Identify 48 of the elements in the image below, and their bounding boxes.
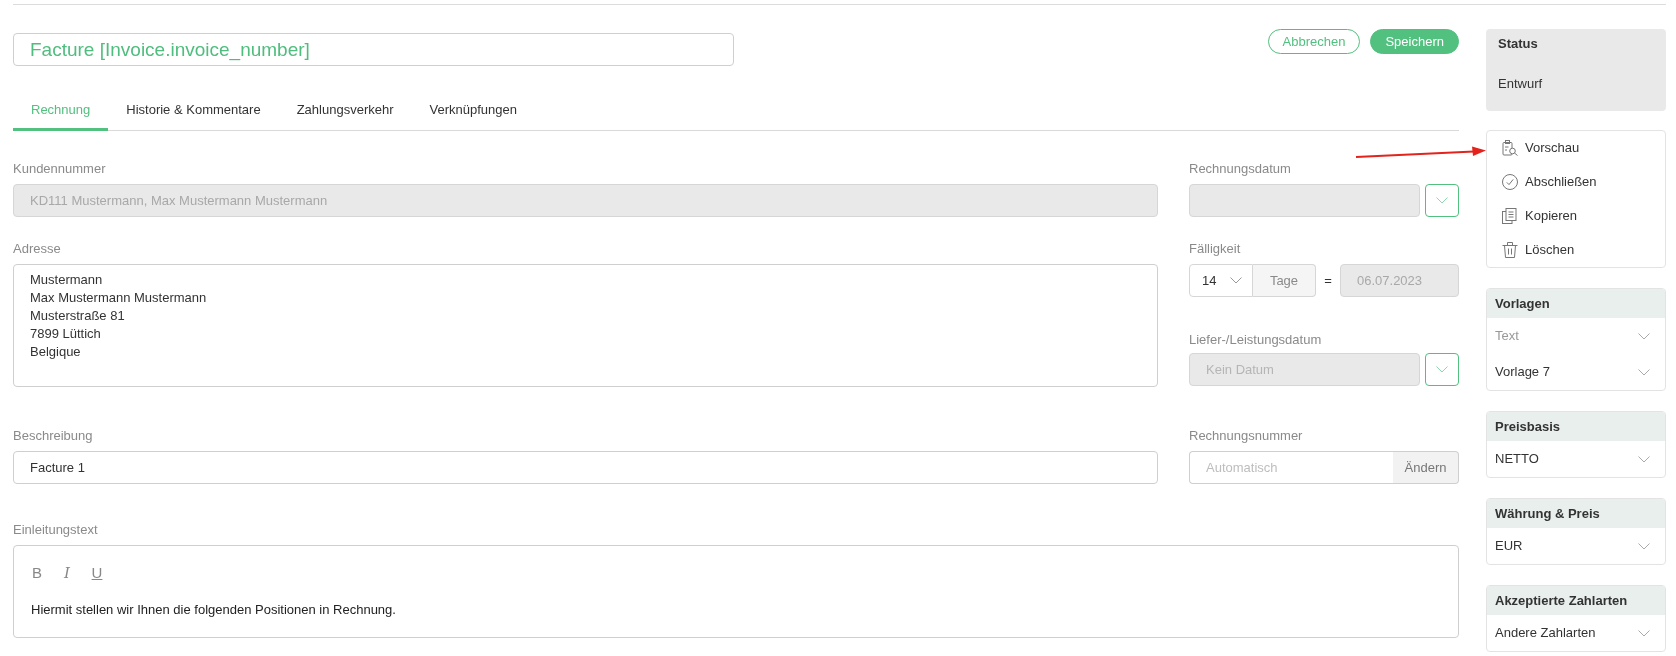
panel-header: Preisbasis bbox=[1487, 412, 1665, 441]
chevron-down-icon bbox=[1436, 197, 1448, 204]
panel-header: Währung & Preis bbox=[1487, 499, 1665, 528]
status-title: Status bbox=[1498, 36, 1539, 52]
field-label: Adresse bbox=[13, 241, 62, 257]
menu-item[interactable]: Vorschau bbox=[1487, 131, 1665, 165]
chevron-down-icon bbox=[1638, 368, 1650, 376]
field-label: Kundennummer bbox=[13, 161, 107, 177]
chevron-down-icon bbox=[1638, 542, 1650, 550]
field-label: Fälligkeit bbox=[1189, 241, 1242, 257]
status-value: Entwurf bbox=[1498, 76, 1544, 92]
chevron-down-icon bbox=[1638, 455, 1650, 463]
field-label: Rechnungsdatum bbox=[1189, 161, 1292, 177]
chevron-down-icon bbox=[1230, 277, 1242, 284]
bold-button[interactable]: B bbox=[31, 564, 43, 582]
select-field[interactable]: Andere Zahlarten bbox=[1487, 615, 1665, 651]
trash-icon bbox=[1502, 242, 1518, 258]
field-label: Rechnungsnummer bbox=[1189, 428, 1304, 444]
description-field[interactable]: Facture 1 bbox=[13, 451, 1158, 484]
field-label: Beschreibung bbox=[13, 428, 94, 444]
equals-sign: = bbox=[1323, 271, 1333, 290]
menu-item[interactable]: Löschen bbox=[1487, 233, 1665, 267]
select-field[interactable]: EUR bbox=[1487, 528, 1665, 564]
menu-item[interactable]: Abschließen bbox=[1487, 165, 1665, 199]
copy-icon bbox=[1502, 208, 1518, 224]
date-picker-button[interactable] bbox=[1425, 184, 1459, 217]
menu-item[interactable]: Kopieren bbox=[1487, 199, 1665, 233]
select-field[interactable]: Vorlage 7 bbox=[1487, 354, 1665, 390]
select-field[interactable]: NETTO bbox=[1487, 441, 1665, 477]
unit-label: Tage bbox=[1253, 264, 1316, 297]
field-label: Einleitungstext bbox=[13, 522, 99, 538]
tab[interactable]: Verknüpfungen bbox=[411, 96, 535, 131]
chevron-down-icon bbox=[1638, 332, 1650, 340]
preview-icon bbox=[1502, 140, 1518, 156]
tab[interactable]: Zahlungsverkehr bbox=[278, 96, 412, 131]
underline-button[interactable]: U bbox=[91, 564, 103, 582]
editor-text: Hiermit stellen wir Ihnen die folgenden Positionen in Rechnung. bbox=[31, 602, 397, 618]
check-circle-icon bbox=[1502, 174, 1518, 190]
editor-field[interactable]: B I U Hiermit stellen wir Ihnen die folgenden Positionen in Rechnung. bbox=[13, 545, 1459, 638]
panel-header: Vorlagen bbox=[1487, 289, 1665, 318]
field-label: Liefer-/Leistungsdatum bbox=[1189, 332, 1323, 348]
chevron-down-icon bbox=[1436, 366, 1448, 373]
chevron-down-icon bbox=[1638, 629, 1650, 637]
date-picker-button[interactable] bbox=[1425, 353, 1459, 386]
address-field[interactable]: Mustermann Max Mustermann Mustermann Musterstraße 81 7899 Lüttich Belgique bbox=[13, 264, 1158, 387]
italic-button[interactable]: I bbox=[61, 564, 73, 582]
tab[interactable]: Historie & Kommentare bbox=[108, 96, 279, 131]
panel-header: Akzeptierte Zahlarten bbox=[1487, 586, 1665, 615]
